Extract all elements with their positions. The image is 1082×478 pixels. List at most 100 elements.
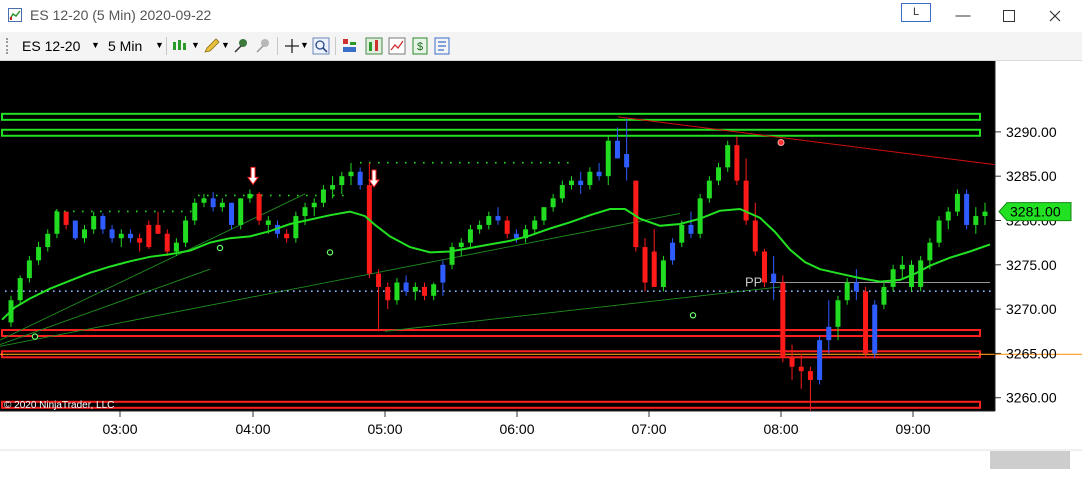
candle-body [26, 260, 32, 279]
signal-dot-green [172, 210, 174, 213]
signal-dot-blue [23, 290, 25, 292]
signal-dot-green [216, 194, 218, 197]
signal-dot-blue [587, 290, 589, 292]
signal-dot-blue [461, 290, 463, 292]
signal-dot-blue [143, 290, 145, 292]
candle-body [229, 202, 235, 225]
pin-grey-icon[interactable] [254, 37, 272, 55]
templates-icon[interactable] [388, 37, 406, 55]
candle-body [807, 371, 813, 380]
signal-dot-blue [557, 290, 559, 292]
candle-body [146, 224, 152, 248]
candle-body [219, 202, 225, 208]
signal-dot-green [333, 194, 335, 197]
signal-dot-blue [197, 290, 199, 292]
signal-dot-blue [53, 290, 55, 292]
chart-panel[interactable]: PP 3260.003265.003270.003275.003280.0032… [0, 61, 1082, 473]
signal-dot-blue [11, 290, 13, 292]
close-icon[interactable] [1032, 4, 1078, 28]
signal-dot-blue [647, 290, 649, 292]
signal-dot-blue [419, 290, 421, 292]
signal-dot-blue [245, 290, 247, 292]
candle-body [771, 273, 777, 283]
signal-dot-blue [113, 290, 115, 292]
signal-dot-blue [533, 290, 535, 292]
signal-dot-blue [983, 290, 985, 292]
signal-dot-green [567, 161, 569, 164]
signal-dot-blue [827, 290, 829, 292]
candle-body [440, 264, 446, 283]
signal-dot-green [549, 161, 551, 164]
candle-body [550, 198, 556, 208]
dollar-icon[interactable]: $ [411, 37, 429, 55]
candle-body [284, 233, 290, 239]
signal-dot-green [405, 161, 407, 164]
price-chart[interactable]: PP 3260.003265.003270.003275.003280.0032… [0, 61, 1082, 473]
signal-dot-blue [497, 290, 499, 292]
signal-dot-blue [287, 290, 289, 292]
candle-body [320, 189, 326, 203]
signal-dot-blue [719, 290, 721, 292]
signal-dot-blue [77, 290, 79, 292]
signal-dot-blue [545, 290, 547, 292]
signal-dot-blue [935, 290, 937, 292]
signal-dot-green [468, 161, 470, 164]
pin-icon[interactable] [232, 37, 250, 55]
signal-dot-blue [383, 290, 385, 292]
drawing-pencil-icon[interactable] [203, 37, 221, 55]
instrument-dropdown-icon[interactable]: ▼ [91, 40, 100, 50]
crosshair-icon[interactable] [283, 37, 301, 55]
candle-body [63, 211, 69, 225]
pivot-label: PP [745, 275, 762, 290]
y-tick-label: 3285.00 [1006, 168, 1057, 184]
signal-dot-blue [905, 290, 907, 292]
indicators-icon[interactable] [365, 37, 383, 55]
signal-dot-green [243, 194, 245, 197]
minimize-icon[interactable]: — [940, 4, 986, 28]
candle-body [605, 140, 611, 177]
bar-type-dropdown-icon[interactable]: ▼ [191, 40, 200, 50]
interval-selector[interactable]: 5 Min [108, 38, 142, 54]
maximize-icon[interactable] [986, 4, 1032, 28]
candle-body [587, 171, 593, 186]
candle-body [412, 286, 418, 292]
signal-dot-green [198, 194, 200, 197]
signal-dot-blue [839, 290, 841, 292]
candle-body [449, 247, 455, 265]
toolbar-grip[interactable] [6, 38, 11, 54]
bar-type-icon[interactable] [172, 37, 190, 55]
interval-dropdown-icon[interactable]: ▼ [155, 40, 164, 50]
zoom-icon[interactable] [312, 37, 330, 55]
instrument-selector[interactable]: ES 12-20 [22, 38, 80, 54]
signal-dot-blue [947, 290, 949, 292]
drawing-dropdown-icon[interactable]: ▼ [221, 40, 230, 50]
candle-body [706, 180, 712, 199]
signal-dot-green [234, 194, 236, 197]
candle-body [899, 264, 905, 270]
candle-body [394, 282, 400, 301]
signal-dot-blue [683, 290, 685, 292]
link-button[interactable]: L [901, 3, 931, 22]
signal-dot-green [154, 210, 156, 213]
signal-dot-green [495, 161, 497, 164]
y-tick-label: 3290.00 [1006, 124, 1057, 140]
signal-dot-blue [329, 290, 331, 292]
crosshair-dropdown-icon[interactable]: ▼ [300, 40, 309, 50]
signal-dot-green [423, 161, 425, 164]
candle-body [679, 224, 685, 243]
signal-dot-blue [71, 290, 73, 292]
candle-body [532, 220, 538, 230]
signal-dot-blue [767, 290, 769, 292]
candle-body [670, 242, 676, 261]
properties-icon[interactable] [433, 37, 451, 55]
x-tick-label: 08:00 [763, 421, 798, 437]
signal-dot-blue [581, 290, 583, 292]
horizontal-scrollbar-thumb[interactable] [990, 451, 1070, 469]
signal-dot-blue [941, 290, 943, 292]
signal-dot-blue [263, 290, 265, 292]
strategy-icon[interactable] [341, 37, 359, 55]
signal-dot-blue [359, 290, 361, 292]
candle-body [54, 211, 60, 234]
signal-dot-green [297, 194, 299, 197]
signal-dot-blue [335, 290, 337, 292]
